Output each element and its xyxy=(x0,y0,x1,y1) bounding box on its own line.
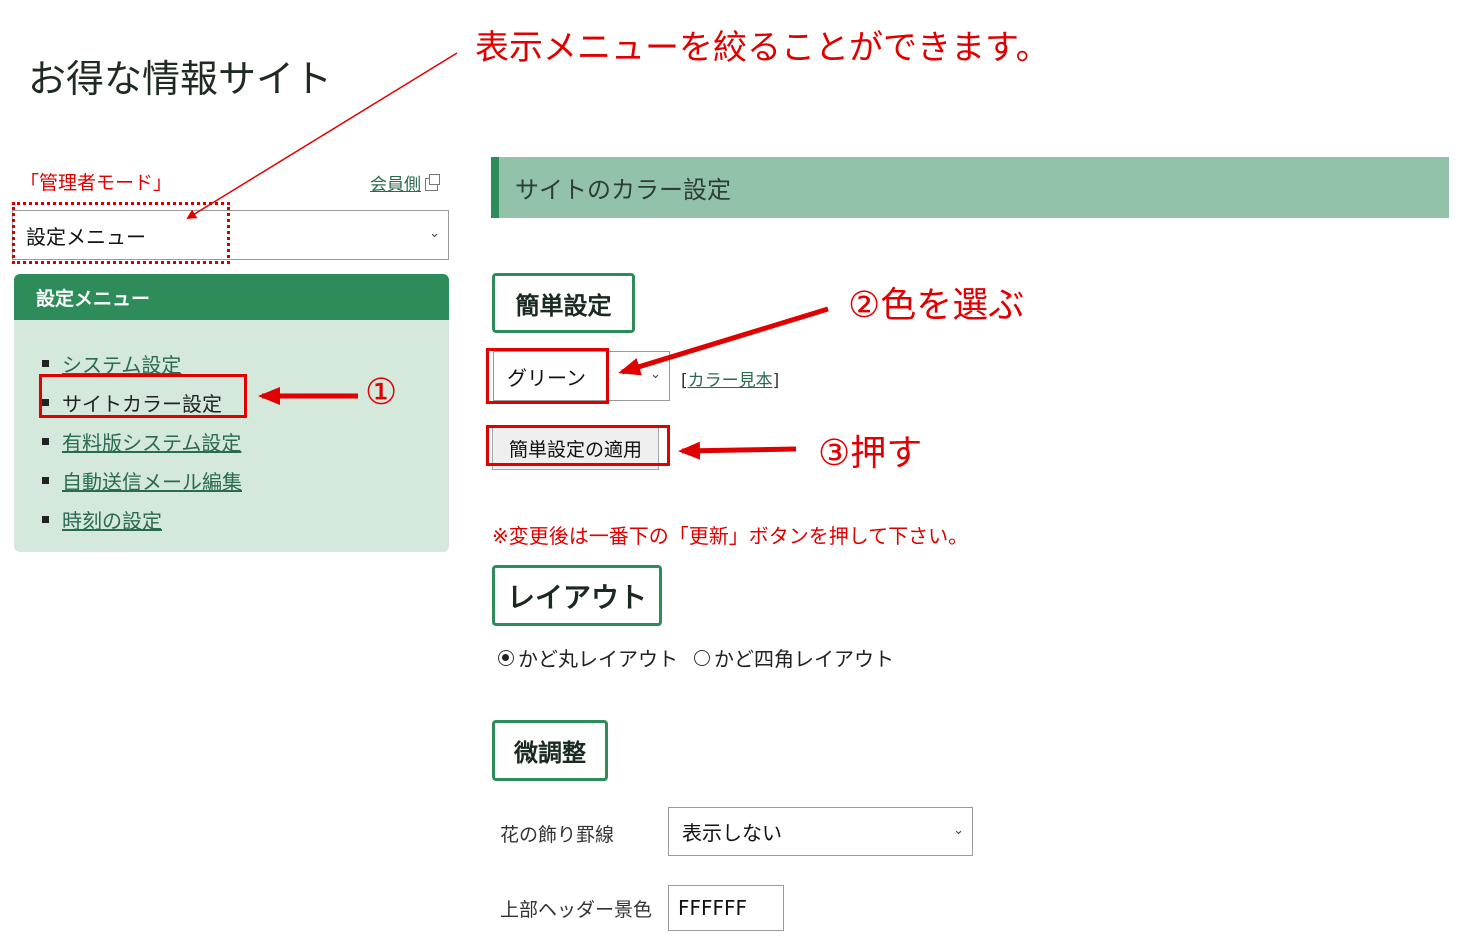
arrow-step-2 xyxy=(618,306,829,376)
arrow-step-3 xyxy=(678,441,797,460)
arrow-top-to-select xyxy=(186,52,458,220)
annotation-arrows xyxy=(186,52,829,460)
